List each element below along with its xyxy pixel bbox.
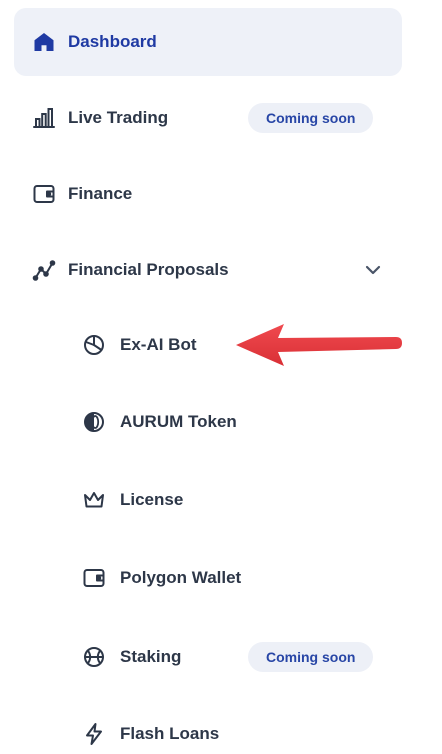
coming-soon-badge: Coming soon [248, 103, 374, 133]
sidebar-subitem-polygon-wallet[interactable]: Polygon Wallet [80, 558, 380, 598]
coming-soon-badge: Coming soon [248, 642, 374, 672]
basketball-icon [80, 643, 108, 671]
sidebar-item-label: Ex-AI Bot [120, 335, 197, 354]
pie-chart-icon [80, 331, 108, 359]
sidebar-item-label: Finance [68, 184, 133, 203]
sidebar-subitem-flash-loans[interactable]: Flash Loans [80, 714, 380, 754]
bar-chart-icon [30, 104, 58, 132]
red-arrow-annotation [236, 324, 402, 366]
sidebar-subitem-license[interactable]: License [80, 480, 380, 520]
home-icon [30, 28, 58, 56]
sidebar-item-label: Dashboard [68, 32, 157, 51]
crown-icon [80, 486, 108, 514]
lightning-icon [80, 720, 108, 748]
wallet-icon [80, 564, 108, 592]
sidebar-item-financial-proposals[interactable]: Financial Proposals [14, 250, 402, 290]
sidebar-item-label: Flash Loans [120, 724, 220, 743]
sidebar-item-finance[interactable]: Finance [14, 174, 402, 214]
sidebar-item-label: License [120, 490, 184, 509]
sidebar-subitem-aurum-token[interactable]: AURUM Token [80, 402, 380, 442]
wallet-icon [30, 180, 58, 208]
sidebar-item-dashboard[interactable]: Dashboard [14, 8, 402, 76]
sidebar-item-label: Financial Proposals [68, 260, 229, 279]
chevron-down-icon[interactable] [361, 258, 385, 282]
sidebar-item-label: AURUM Token [120, 412, 237, 431]
coin-icon [80, 408, 108, 436]
trend-icon [30, 256, 58, 284]
sidebar-nav: Dashboard Live Trading Coming soon Finan… [0, 0, 442, 747]
sidebar-item-label: Polygon Wallet [120, 568, 242, 587]
sidebar-item-label: Live Trading [68, 108, 169, 127]
sidebar-item-label: Staking [120, 647, 182, 666]
